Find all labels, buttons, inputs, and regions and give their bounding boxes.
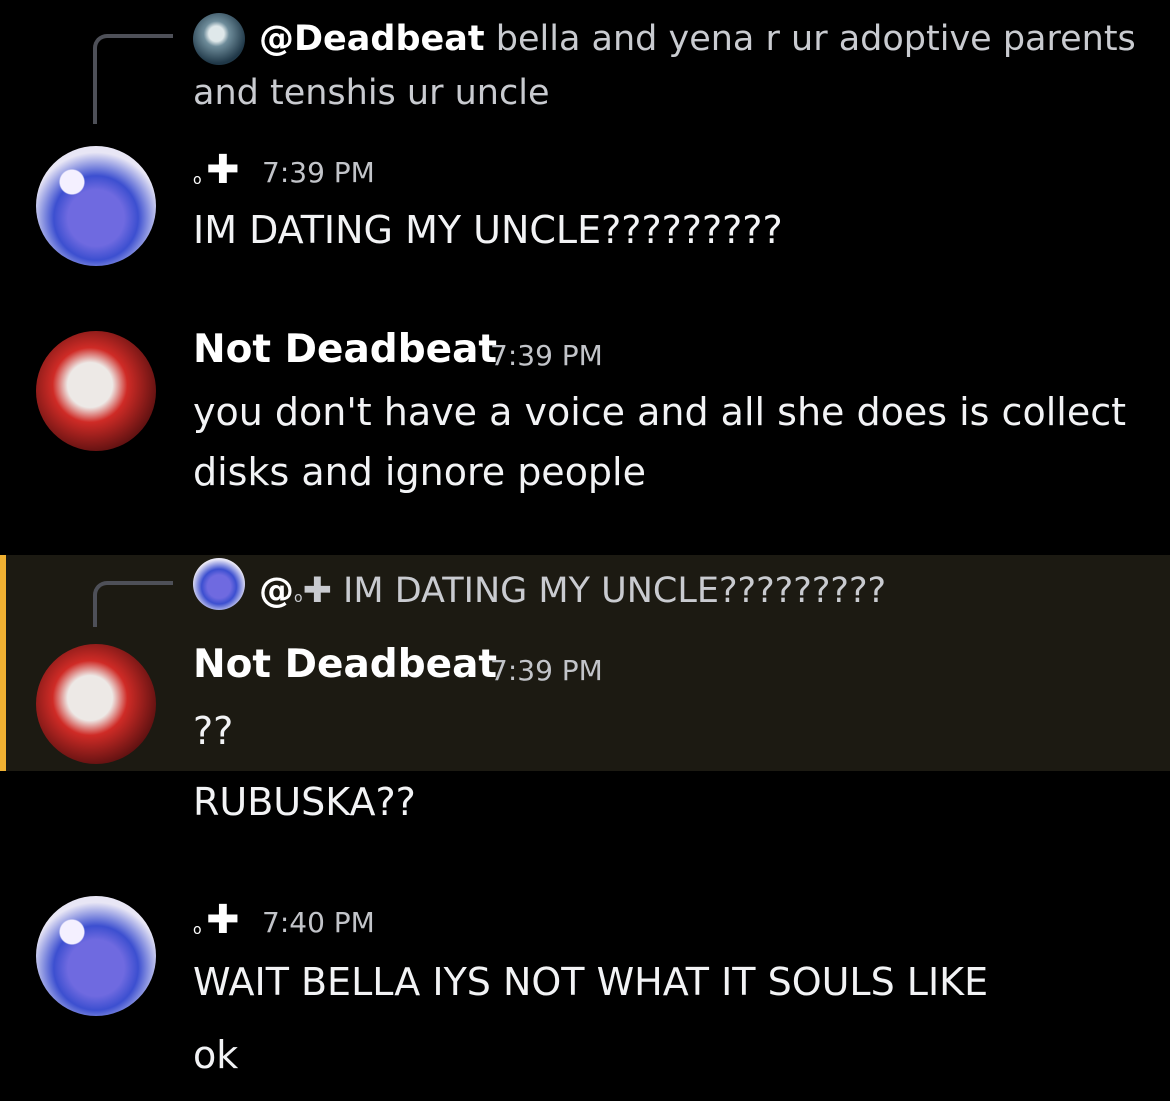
reply-preview-line2: and tenshis ur uncle [193,73,550,113]
user-avatar-cross[interactable] [36,896,156,1016]
reply-connector-line [93,34,173,124]
user-avatar-cross[interactable] [36,146,156,266]
message-text-line1: you don't have a voice and all she does … [193,390,1126,434]
message-timestamp: 7:40 PM [262,906,375,939]
reply-author[interactable]: @Deadbeat [259,19,485,59]
reply-preview-line1[interactable]: @Deadbeat bella and yena r ur adoptive p… [259,13,1136,66]
message-timestamp: 7:39 PM [262,156,375,189]
reply-author-at[interactable]: @ [259,571,294,611]
message-text-line2: RUBUSKA?? [193,780,416,824]
reply-author-cross[interactable]: ✚ [303,571,332,611]
message-text-line2: disks and ignore people [193,450,646,494]
message-timestamp: 7:39 PM [490,654,603,687]
message-text-line2: ok [193,1033,239,1077]
message-timestamp: 7:39 PM [490,339,603,372]
reply-avatar[interactable] [193,13,245,65]
message-text-line1: WAIT BELLA IYS NOT WHAT IT SOULS LIKE [193,960,989,1004]
username-cross[interactable]: ✚ [206,900,240,940]
username-cross[interactable]: ✚ [206,150,240,190]
reply-avatar[interactable] [193,558,245,610]
user-avatar-not-deadbeat[interactable] [36,331,156,451]
username-dot: o [193,172,202,188]
message-header: o ✚ 7:39 PM [193,150,593,194]
message-header: Not Deadbeat 7:39 PM [193,325,793,381]
message-text-line1: ?? [193,709,234,753]
message-text: IM DATING MY UNCLE????????? [193,208,783,252]
reply-text-line1: bella and yena r ur adoptive parents [495,19,1136,59]
reply-author-dot: o [294,590,303,606]
reply-text: IM DATING MY UNCLE????????? [343,571,887,611]
message-header: Not Deadbeat 7:39 PM [193,640,793,696]
reply-preview[interactable]: @o✚ IM DATING MY UNCLE????????? [259,565,886,625]
user-avatar-not-deadbeat[interactable] [36,644,156,764]
username[interactable]: Not Deadbeat [193,327,497,372]
mention-highlight-bar [0,555,6,771]
username-dot: o [193,922,202,938]
username[interactable]: Not Deadbeat [193,642,497,687]
message-header: o ✚ 7:40 PM [193,900,593,944]
reply-connector-line [93,581,173,627]
